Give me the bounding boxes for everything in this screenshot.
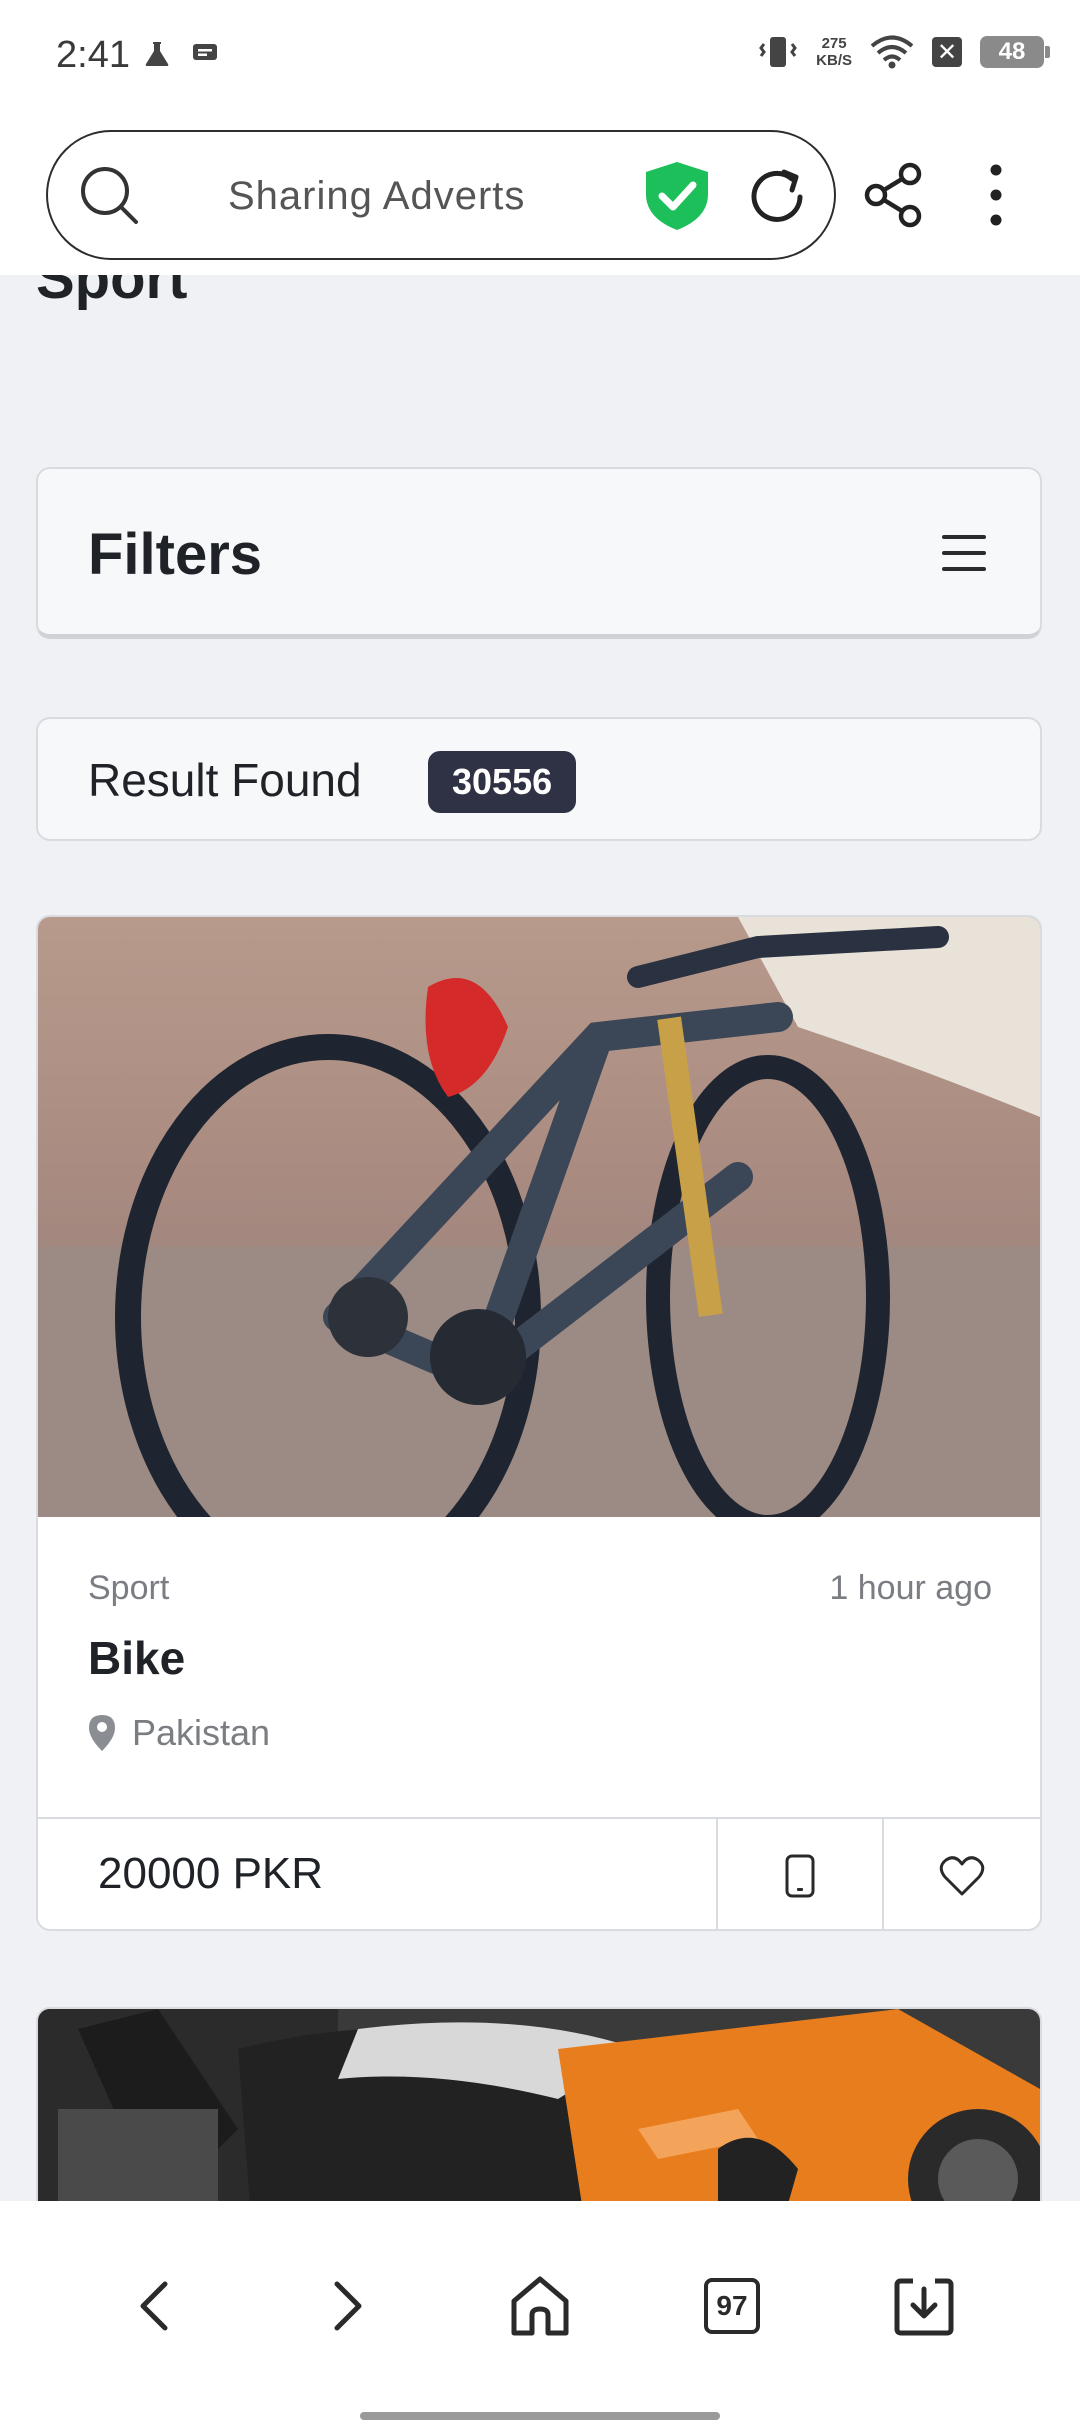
- downloads-button[interactable]: [879, 2261, 969, 2351]
- result-summary: Result Found 30556: [36, 717, 1042, 841]
- home-indicator[interactable]: [360, 2412, 720, 2420]
- status-system-icons: 275 KB/S ✕ 48: [758, 34, 1050, 70]
- page-content: Sport Filters Result Found 30556 Sport 1…: [0, 275, 1080, 2201]
- shield-check-icon[interactable]: [642, 160, 712, 232]
- reload-icon[interactable]: [742, 162, 812, 232]
- sim-off-icon: ✕: [932, 37, 962, 67]
- listing-title[interactable]: Bike: [88, 1631, 185, 1685]
- phone-icon: [785, 1854, 815, 1898]
- heart-icon: [939, 1856, 985, 1896]
- filters-title: Filters: [88, 522, 263, 587]
- favorite-button[interactable]: [882, 1819, 1040, 1929]
- status-notification-icons: [144, 40, 218, 68]
- browser-toolbar: Sharing Adverts: [0, 120, 1080, 275]
- call-button[interactable]: [716, 1819, 882, 1929]
- wifi-icon: [870, 35, 914, 69]
- listing-photo[interactable]: [38, 917, 1040, 1517]
- battery-icon: 48: [980, 36, 1050, 68]
- listing-location-text: Pakistan: [132, 1712, 271, 1753]
- listing-price: 20000 PKR: [98, 1849, 324, 1898]
- forward-icon: [334, 2281, 362, 2331]
- forward-button[interactable]: [302, 2261, 392, 2351]
- message-icon: [193, 44, 217, 60]
- filters-panel[interactable]: Filters: [36, 467, 1042, 639]
- listing-card[interactable]: [36, 2007, 1042, 2201]
- listing-category: Sport: [88, 1569, 170, 1607]
- result-count-badge: 30556: [428, 751, 577, 813]
- search-icon: [81, 167, 138, 224]
- listing-location: Pakistan: [88, 1712, 270, 1754]
- listing-time: 1 hour ago: [829, 1569, 992, 1607]
- download-icon: [894, 2278, 954, 2336]
- network-speed: 275 KB/S: [816, 35, 852, 69]
- back-button[interactable]: [110, 2261, 200, 2351]
- tabs-icon: 97: [704, 2278, 760, 2334]
- address-text[interactable]: Sharing Adverts: [228, 174, 525, 219]
- location-pin-icon: [89, 1715, 115, 1751]
- more-vert-icon[interactable]: [980, 162, 1012, 228]
- back-icon: [140, 2281, 168, 2331]
- listing-footer: 20000 PKR: [38, 1817, 1040, 1929]
- flask-icon: [145, 42, 169, 66]
- browser-bottom-nav: 97: [0, 2201, 1080, 2436]
- hamburger-icon[interactable]: [942, 535, 986, 571]
- home-button[interactable]: [495, 2261, 585, 2351]
- listing-card[interactable]: Sport 1 hour ago Bike Pakistan 20000 PKR: [36, 915, 1042, 1931]
- vibrate-icon: [759, 37, 798, 67]
- status-time: 2:41: [56, 34, 130, 76]
- tabs-button[interactable]: 97: [687, 2261, 777, 2351]
- listing-photo[interactable]: [38, 2009, 1040, 2201]
- address-bar[interactable]: Sharing Adverts: [46, 130, 836, 260]
- result-label: Result Found: [88, 754, 362, 806]
- page-title: Sport: [36, 275, 188, 311]
- status-bar: 2:41 275 KB/S ✕ 48: [0, 0, 1080, 120]
- home-icon: [511, 2276, 569, 2336]
- share-icon[interactable]: [864, 162, 924, 228]
